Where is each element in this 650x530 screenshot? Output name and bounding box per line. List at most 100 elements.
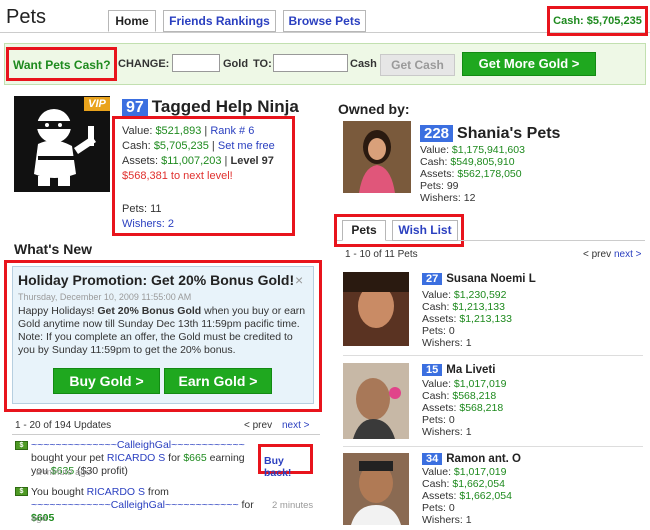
feed-pet-link[interactable]: RICARDO S (87, 486, 145, 498)
feed-user-link[interactable]: ~~~~~~~~~~~~~~CalleighGal~~~~~~~~~~~~ (31, 439, 245, 451)
pet-cash: $568,218 (452, 390, 497, 402)
pet-pets: Pets: 0 (422, 325, 455, 337)
pet-photo[interactable] (343, 453, 409, 525)
tab-pets[interactable]: Pets (342, 220, 386, 241)
pet-value: $1,017,019 (453, 378, 507, 390)
buy-gold-button[interactable]: Buy Gold > (53, 368, 160, 394)
profile-value: $521,893 (155, 125, 202, 137)
profile-name-text: Tagged Help Ninja (151, 97, 299, 116)
set-me-free-link[interactable]: Set me free (218, 140, 275, 152)
updates-prev-link[interactable]: < prev (244, 420, 272, 431)
promo-title: Holiday Promotion: Get 20% Bonus Gold! (18, 272, 295, 288)
owner-pets: Pets: 99 (420, 180, 459, 192)
owner-value: $1,175,941,603 (451, 144, 525, 156)
pets-next-link[interactable]: next > (614, 249, 642, 260)
tab-friends-rankings[interactable]: Friends Rankings (163, 10, 276, 32)
promo-note: Note: If you complete an offer, the Gold… (18, 331, 293, 356)
buy-back-link[interactable]: Buy back! (258, 444, 313, 479)
pet-assets: $1,213,133 (459, 313, 512, 325)
feed-text: for (165, 452, 184, 464)
close-icon[interactable]: × (295, 272, 303, 288)
next-level-text: $568,381 to next level! (122, 170, 233, 182)
dollar-icon: $ (15, 441, 28, 450)
owner-wishers: Wishers: 12 (420, 192, 476, 204)
feed-user-link[interactable]: ~~~~~~~~~~~~~CalleighGal~~~~~~~~~~~~ (31, 499, 239, 511)
dollar-icon: $ (15, 487, 28, 496)
owner-cash: $549,805,910 (450, 156, 515, 168)
cash-label: Cash: (122, 140, 151, 152)
pet-wishers: Wishers: 1 (422, 337, 472, 349)
owner-name-text: Shania's Pets (457, 125, 561, 142)
pet-name[interactable]: 34 Ramon ant. O (422, 453, 521, 465)
app-title: Pets (6, 6, 47, 28)
owner-name[interactable]: 228 Shania's Pets (420, 125, 560, 143)
cash-label: Cash (350, 58, 377, 70)
updates-count: 1 - 20 of 194 Updates (15, 420, 112, 431)
owner-stats: Value: $1,175,941,603 Cash: $549,805,910… (420, 144, 525, 204)
promo-body-bold: Get 20% Bonus Gold (97, 305, 202, 317)
feed-pet-link[interactable]: RICARDO S (107, 452, 165, 464)
pet-cash: $1,213,133 (452, 301, 505, 313)
gold-label: Gold (223, 58, 249, 70)
pet-stats: Value: $1,017,019 Cash: $568,218 Assets:… (422, 378, 507, 438)
cash-balance: Cash: $5,705,235 (547, 6, 648, 36)
tab-wish-list[interactable]: Wish List (392, 220, 458, 241)
get-more-gold-button[interactable]: Get More Gold > (462, 52, 596, 76)
pet-rank-badge: 27 (422, 273, 443, 285)
pet-pets: Pets: 0 (422, 414, 455, 426)
feed-timestamp: a minute ago (36, 467, 91, 478)
tab-browse-pets[interactable]: Browse Pets (283, 10, 366, 32)
pet-cash: $1,662,054 (452, 478, 505, 490)
owner-portrait-icon (343, 121, 411, 193)
updates-next-link[interactable]: next > (282, 420, 310, 431)
feed-amount: $665 (183, 452, 207, 464)
pet-wishers: Wishers: 1 (422, 426, 472, 438)
pet-assets: $568,218 (459, 402, 504, 414)
feed-text: bought your pet (31, 452, 104, 464)
owned-by-title: Owned by: (338, 101, 410, 117)
wishers-link[interactable]: Wishers: 2 (122, 217, 292, 232)
tab-home[interactable]: Home (108, 10, 156, 32)
profile-pets-count: Pets: 11 (122, 203, 162, 215)
profile-rank-badge: 97 (122, 99, 148, 117)
feed-text: You bought (31, 486, 87, 498)
pet-value: $1,230,592 (453, 289, 507, 301)
earn-gold-button[interactable]: Earn Gold > (164, 368, 272, 394)
feed-item: You bought RICARDO S from ~~~~~~~~~~~~~C… (31, 486, 271, 525)
pet-portrait-icon (343, 453, 409, 525)
profile-level: Level 97 (230, 155, 274, 167)
pet-photo[interactable] (343, 363, 409, 439)
feed-text: for (238, 499, 254, 511)
pets-count: 1 - 10 of 11 Pets (345, 249, 418, 260)
pet-name-text: Ma Liveti (446, 364, 496, 376)
pet-wishers: Wishers: 1 (422, 514, 472, 526)
pets-prev-link[interactable]: < prev (583, 249, 611, 260)
pet-stats: Value: $1,230,592 Cash: $1,213,133 Asset… (422, 289, 512, 349)
gold-amount-input[interactable] (172, 54, 220, 72)
want-pets-cash-link[interactable]: Want Pets Cash? (6, 47, 117, 81)
assets-label: Assets: (122, 155, 159, 167)
owner-assets: $562,178,050 (457, 168, 522, 180)
profile-stats: Value: $521,893 | Rank # 6 Cash: $5,705,… (112, 116, 295, 236)
promo-date: Thursday, December 10, 2009 11:55:00 AM (18, 292, 192, 302)
rank-link[interactable]: Rank # 6 (210, 125, 254, 137)
pet-name[interactable]: 27 Susana Noemi L (422, 273, 536, 285)
owner-photo[interactable] (343, 121, 411, 193)
pet-portrait-icon (343, 272, 409, 346)
get-cash-button[interactable]: Get Cash (380, 54, 455, 76)
pet-assets: $1,662,054 (459, 490, 512, 502)
promo-body: Happy Holidays! Get 20% Bonus Gold when … (18, 305, 310, 357)
feed-timestamp-2: ago (31, 513, 47, 524)
pet-rank-badge: 15 (422, 364, 443, 376)
pet-name-text: Susana Noemi L (446, 273, 536, 285)
profile-assets: $11,007,203 (161, 155, 222, 167)
profile-name: 97 Tagged Help Ninja (122, 97, 299, 117)
pet-photo[interactable] (343, 272, 409, 346)
to-label: TO: (253, 58, 272, 70)
feed-timestamp: 2 minutes (272, 500, 314, 511)
value-label: Value: (122, 125, 153, 137)
cash-label: Cash: (420, 156, 448, 168)
updates-divider (12, 434, 320, 435)
cash-amount-input[interactable] (273, 54, 348, 72)
pet-name[interactable]: 15 Ma Liveti (422, 364, 495, 376)
